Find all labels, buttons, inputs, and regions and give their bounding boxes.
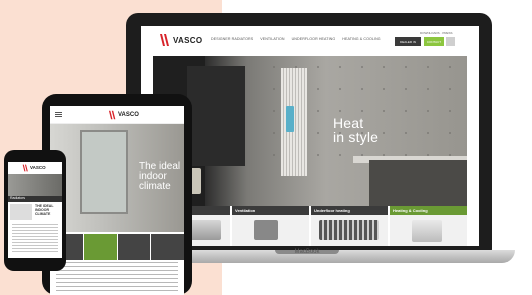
towel-image (286, 106, 294, 132)
phone-screen: VASCO Radiators THE IDEAL INDOOR CLIMATE (8, 162, 62, 258)
nav-item-underfloor-heating[interactable]: UNDERFLOOR HEATING (292, 37, 336, 41)
logo-text: VASCO (173, 36, 203, 45)
tablet-logo[interactable]: VASCO (108, 110, 142, 120)
radiator-image (281, 68, 307, 176)
tablet-category-strip (50, 234, 184, 260)
tablet-body-text (56, 262, 178, 292)
phone-card-title: THE IDEAL INDOOR CLIMATE (35, 204, 54, 216)
nav-item-heating-cooling[interactable]: HEATING & COOLING (342, 37, 380, 41)
laptop-brand-label: MacBook (294, 249, 320, 255)
phone-logo[interactable]: VASCO (22, 164, 52, 172)
tablet-headline-line3: climate (139, 181, 171, 192)
hero-headline-line1: Heat (333, 115, 364, 131)
logo-text: VASCO (30, 165, 46, 170)
hero-banner: Heat in style (153, 56, 467, 206)
logo-text: VASCO (118, 112, 139, 118)
contact-button[interactable]: CONTACT (424, 37, 444, 46)
tablet-category-tile[interactable] (151, 234, 184, 260)
category-tile-underfloor-heating[interactable]: Underfloor heating (311, 206, 388, 246)
category-label: Ventilation (235, 208, 256, 213)
hamburger-menu-icon[interactable] (55, 112, 62, 117)
hero-headline-line2: in style (333, 129, 379, 145)
kitchen-counter (369, 160, 467, 206)
top-links[interactable]: DOWNLOADS · PRESS (420, 31, 453, 35)
site-logo[interactable]: VASCO (159, 33, 203, 47)
kitchen-shelf (187, 66, 245, 166)
phone-body-text (12, 224, 58, 254)
underfloor-thumbnail (319, 220, 379, 240)
category-label: Heating & Cooling (393, 208, 428, 213)
category-label: Underfloor heating (314, 208, 350, 213)
nav-item-designer-radiators[interactable]: DESIGNER RADIATORS (211, 37, 253, 41)
ventilation-thumbnail (254, 220, 278, 240)
window-image (80, 130, 128, 214)
tablet-screen: VASCO The ideal indoor climate (50, 106, 184, 295)
hero-headline: Heat in style (333, 116, 378, 144)
vasco-logo-icon (22, 164, 28, 172)
tablet-hero: The ideal indoor climate (50, 124, 184, 232)
phone-hero (8, 174, 62, 196)
nav-item-ventilation[interactable]: VENTILATION (260, 37, 284, 41)
phone-category-label: Radiators (10, 196, 25, 200)
tablet-category-tile[interactable] (117, 234, 151, 260)
category-tile-ventilation[interactable]: Ventilation (232, 206, 309, 246)
tablet-header: VASCO (50, 106, 184, 124)
tablet-headline: The ideal indoor climate (139, 162, 180, 192)
vasco-logo-icon (160, 34, 169, 46)
heating-cooling-thumbnail (412, 220, 442, 242)
category-tiles: Radiators Ventilation Underfloor heating… (153, 206, 467, 246)
search-icon[interactable] (446, 37, 455, 46)
main-nav: DESIGNER RADIATORS VENTILATION UNDERFLOO… (211, 37, 381, 41)
vasco-logo-icon (108, 110, 116, 120)
site-header: VASCO DESIGNER RADIATORS VENTILATION UND… (141, 26, 479, 54)
dealer-button[interactable]: DEALER IN (395, 37, 421, 46)
category-tile-heating-cooling[interactable]: Heating & Cooling (390, 206, 467, 246)
tablet-category-tile[interactable] (83, 234, 117, 260)
phone-thumbnail (10, 204, 32, 220)
